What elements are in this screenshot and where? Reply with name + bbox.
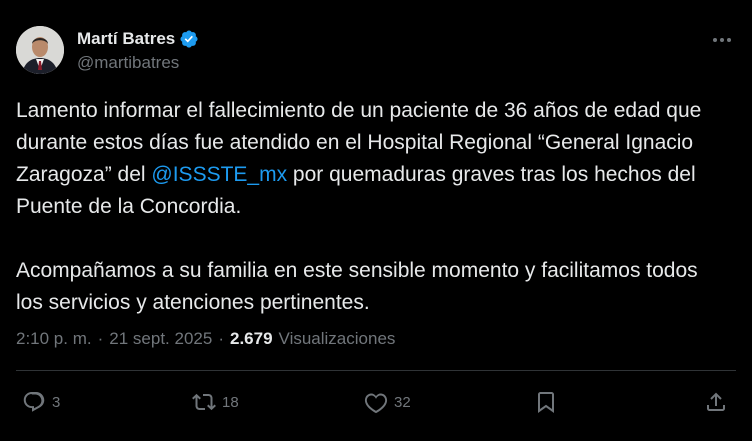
like-count: 32 xyxy=(394,393,411,411)
author-handle[interactable]: @martibatres xyxy=(77,53,179,73)
reply-count: 3 xyxy=(52,393,61,411)
bookmark-button[interactable] xyxy=(534,390,558,414)
reply-button[interactable]: 3 xyxy=(22,390,60,414)
meta-separator: · xyxy=(218,329,224,348)
post-date[interactable]: 21 sept. 2025 xyxy=(109,329,212,349)
views-count: 2.679 xyxy=(229,329,273,348)
post-time[interactable]: 2:10 p. m. xyxy=(16,329,92,349)
repost-button[interactable]: 18 xyxy=(192,390,239,414)
more-icon[interactable] xyxy=(710,30,734,50)
author-name[interactable]: Martí Batres xyxy=(77,29,175,49)
like-button[interactable]: 32 xyxy=(364,390,411,414)
post-meta: 2:10 p. m. · 21 sept. 2025 · 2.679 Visua… xyxy=(16,329,395,349)
post-paragraph-2: Acompañamos a su familia en este sensibl… xyxy=(16,259,698,314)
share-button[interactable] xyxy=(704,390,728,414)
verified-badge-icon[interactable] xyxy=(179,29,199,49)
meta-separator: · xyxy=(97,329,104,348)
author-header: Martí Batres xyxy=(77,29,199,49)
reply-icon xyxy=(23,392,45,412)
divider xyxy=(16,370,736,371)
share-icon xyxy=(707,392,725,411)
action-bar: 3 18 32 xyxy=(16,390,736,420)
bookmark-icon xyxy=(538,392,554,413)
mention-link[interactable]: @ISSSTE_mx xyxy=(151,163,287,186)
post-text: Lamento informar el fallecimiento de un … xyxy=(16,95,728,319)
avatar-image xyxy=(16,26,64,74)
avatar[interactable] xyxy=(16,26,64,74)
like-icon xyxy=(364,393,388,414)
views-label: Visualizaciones xyxy=(278,329,396,348)
repost-count: 18 xyxy=(222,393,239,411)
post-paragraph-1: Lamento informar el fallecimiento de un … xyxy=(16,95,728,223)
repost-icon xyxy=(192,393,216,411)
